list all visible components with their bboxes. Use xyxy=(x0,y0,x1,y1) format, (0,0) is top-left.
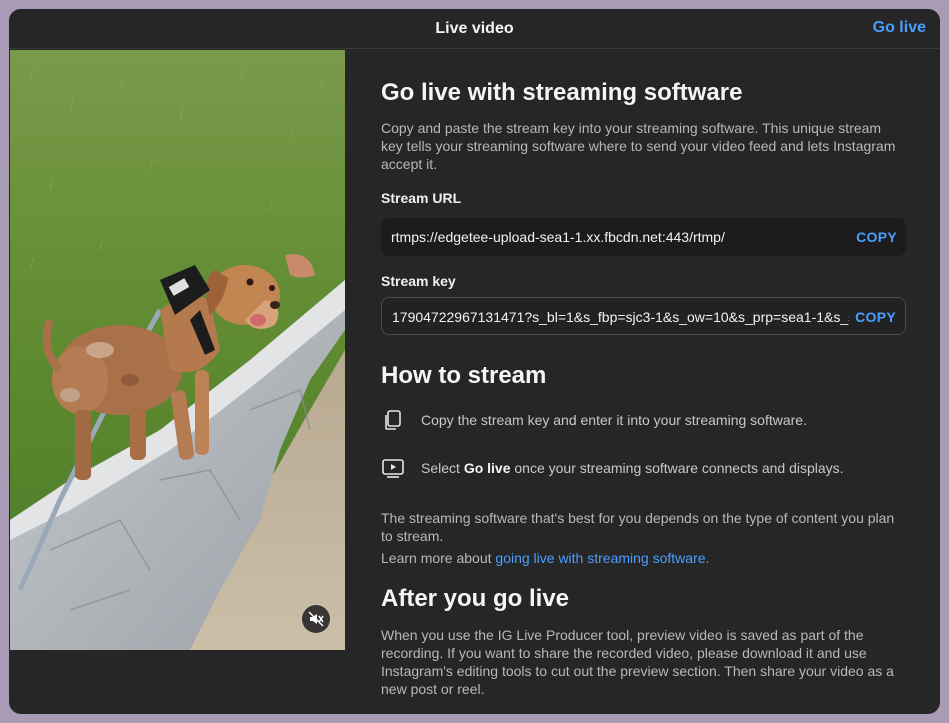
window-title: Live video xyxy=(435,20,514,37)
stream-url-label: Stream URL xyxy=(381,190,462,206)
streaming-heading: Go live with streaming software xyxy=(381,79,743,106)
stream-key-label: Stream key xyxy=(381,273,456,289)
step-go-live: Select Go live once your streaming softw… xyxy=(381,456,906,480)
mute-toggle-button[interactable] xyxy=(302,605,330,633)
stream-key-field[interactable]: 17904722967131471?s_bl=1&s_fbp=sjc3-1&s_… xyxy=(381,297,906,335)
after-heading: After you go live xyxy=(381,585,570,612)
after-description: When you use the IG Live Producer tool, … xyxy=(381,627,894,697)
stream-url-value[interactable]: rtmps://edgetee-upload-sea1-1.xx.fbcdn.n… xyxy=(391,229,850,245)
step-copy-key-text: Copy the stream key and enter it into yo… xyxy=(421,412,807,428)
step-copy-key: Copy the stream key and enter it into yo… xyxy=(381,408,906,432)
software-note: The streaming software that's best for y… xyxy=(381,510,895,544)
streaming-description: Copy and paste the stream key into your … xyxy=(381,120,896,172)
video-play-icon xyxy=(382,459,404,478)
speaker-muted-icon xyxy=(308,611,324,627)
copy-icon xyxy=(385,410,401,430)
copy-stream-key-button[interactable]: COPY xyxy=(855,309,896,325)
copy-stream-url-button[interactable]: COPY xyxy=(856,229,897,245)
step-go-live-text: Select Go live once your streaming softw… xyxy=(421,460,844,476)
video-preview xyxy=(10,50,345,650)
stream-url-field[interactable]: rtmps://edgetee-upload-sea1-1.xx.fbcdn.n… xyxy=(381,218,906,256)
how-to-heading: How to stream xyxy=(381,362,547,389)
go-live-emphasis: Go live xyxy=(463,460,511,476)
header-bar: Live video Go live xyxy=(9,9,940,49)
dog-video-frame xyxy=(10,50,345,650)
instructions-panel: Go live with streaming software Copy and… xyxy=(381,50,906,698)
go-live-button[interactable]: Go live xyxy=(873,19,926,37)
learn-more-link[interactable]: going live with streaming software. xyxy=(495,550,709,566)
stream-key-value[interactable]: 17904722967131471?s_bl=1&s_fbp=sjc3-1&s_… xyxy=(392,309,849,325)
learn-more-line: Learn more about going live with streami… xyxy=(381,550,710,566)
live-video-window: Live video Go live Go live with streamin… xyxy=(9,9,940,714)
